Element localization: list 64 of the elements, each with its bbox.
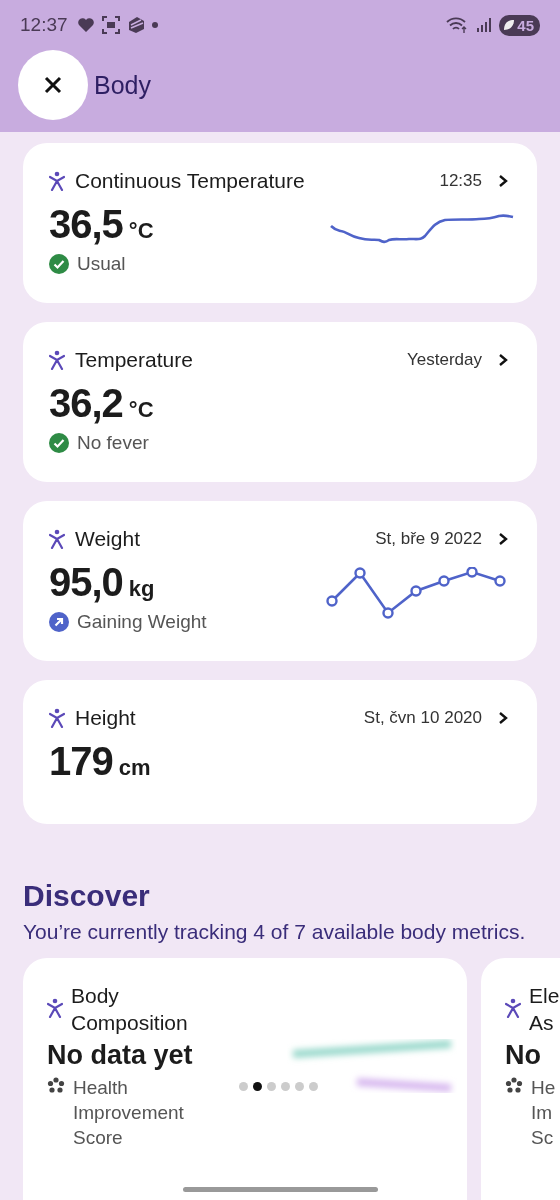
close-icon (43, 75, 63, 95)
score-label: He Im Sc (531, 1076, 556, 1150)
chevron-icon (498, 353, 508, 367)
page-dot[interactable] (267, 1082, 276, 1091)
metric-unit: °C (128, 217, 154, 244)
figure-icon (49, 708, 65, 728)
status-text: No fever (77, 432, 149, 454)
no-data-text: No (505, 1040, 542, 1071)
status-text: Gaining Weight (77, 611, 207, 633)
status-text: Usual (77, 253, 126, 275)
check-icon (49, 433, 69, 453)
metric-value: 179 (49, 738, 113, 784)
section-subtitle: You’re currently tracking 4 of 7 available body metrics. (23, 919, 527, 945)
metric-unit: cm (118, 754, 151, 781)
metric-title: Continuous Temperature (75, 169, 305, 193)
metric-card[interactable]: Weight St, bře 9 2022 95,0 kg Gaining Weight (23, 501, 537, 661)
page-dot[interactable] (309, 1082, 318, 1091)
figure-icon (49, 350, 65, 370)
dot-icon (151, 22, 158, 28)
leaf-icon (503, 19, 516, 31)
heart-icon (76, 17, 95, 33)
page-title: Body (94, 70, 151, 100)
figure-icon (49, 171, 65, 191)
metric-card[interactable]: Temperature Yesterday 36,2°C No fever (23, 322, 537, 482)
chevron-icon (498, 532, 508, 546)
metric-card[interactable]: Height St, čvn 10 2020 179 cm (23, 680, 537, 824)
section-title: Discover (23, 879, 151, 913)
score-label: Health Improvement Score (73, 1076, 184, 1150)
metric-value: 36,2 (49, 380, 123, 426)
metric-date: St, bře 9 2022 (375, 529, 482, 549)
page-dot[interactable] (239, 1082, 248, 1091)
metric-title: Height (75, 706, 136, 730)
metric-value: 36,5 (49, 201, 123, 247)
status-time: 12:37 (20, 14, 68, 36)
metric-unit: kg (128, 575, 155, 602)
signal-icon (476, 17, 493, 33)
stack-icon (126, 16, 145, 34)
card-title: Body Composition (71, 983, 188, 1036)
discover-card[interactable]: Ele As No He Im Sc (481, 958, 560, 1200)
chevron-icon (498, 711, 508, 725)
metric-date: St, čvn 10 2020 (363, 708, 482, 728)
metric-card[interactable]: Continuous Temperature 12:35 36,5°C Usual (23, 143, 537, 303)
chevron-icon (498, 174, 508, 188)
metric-date: 12:35 (439, 171, 482, 191)
page-dot[interactable] (281, 1082, 290, 1091)
metric-value: 95,0 (49, 559, 123, 605)
check-icon (49, 254, 69, 274)
figure-icon (49, 529, 65, 549)
arrow-up-right-icon (49, 612, 69, 632)
flower-icon (47, 1077, 65, 1095)
battery-level: 45 (517, 16, 534, 34)
metric-title: Temperature (75, 348, 193, 372)
page-dot[interactable] (253, 1082, 262, 1091)
card-title: Ele As (529, 983, 560, 1036)
screenshot-icon (101, 16, 120, 34)
metric-unit: °C (128, 396, 154, 423)
page-dot[interactable] (295, 1082, 304, 1091)
figure-icon (47, 998, 63, 1018)
metric-title: Weight (75, 527, 140, 551)
metric-date: Yesterday (407, 350, 482, 370)
figure-icon (505, 998, 521, 1018)
no-data-text: No data yet (47, 1040, 194, 1071)
flower-icon (505, 1077, 523, 1095)
discover-card[interactable]: Body Composition No data yet Health Improvement Score (23, 958, 467, 1200)
